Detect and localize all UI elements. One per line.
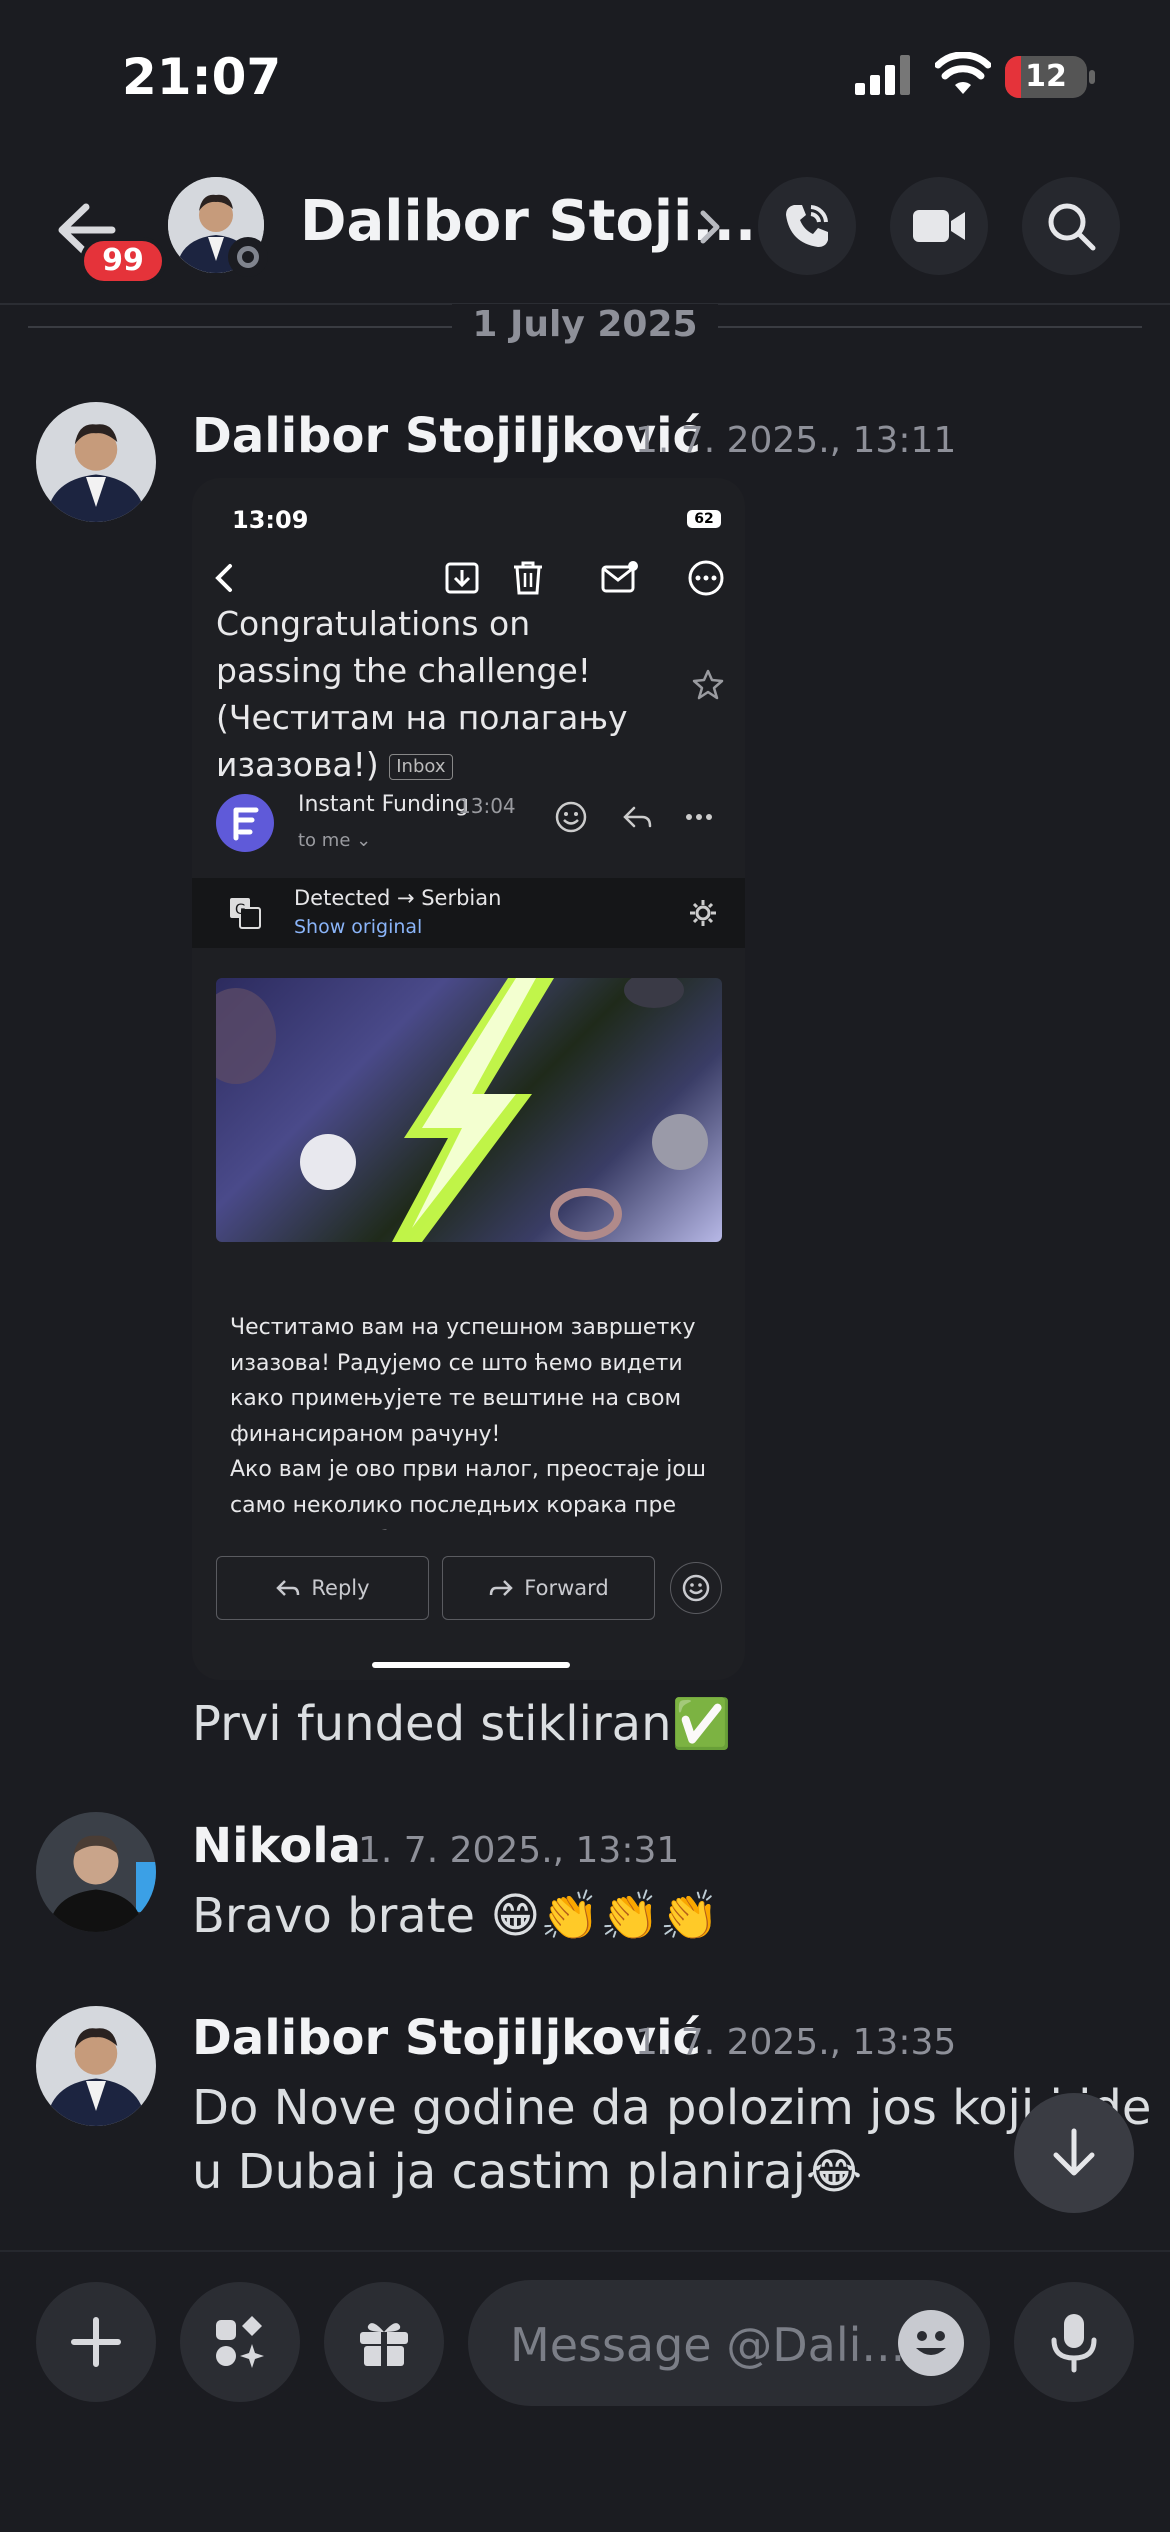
gift-button[interactable]: [324, 2282, 444, 2402]
sent-time: 13:04: [458, 794, 516, 818]
chevron-right-icon[interactable]: [695, 205, 725, 249]
reply-arrow-icon: [276, 1580, 300, 1596]
emoji-icon: [916, 2331, 946, 2355]
chevron-left-icon: [215, 564, 232, 592]
reply-icon: [623, 806, 652, 828]
translate-detected: Detected → Serbian: [294, 886, 502, 910]
presence-offline-indicator: [228, 237, 268, 277]
email-body: Честитамо вам на успешном завршетку изаз…: [230, 1315, 706, 1530]
video-icon: [913, 210, 965, 242]
chat-title[interactable]: Dalibor Stoji...: [300, 189, 756, 254]
email-subject: Congratulations on passing the challenge…: [216, 600, 656, 788]
date-divider: 1 July 2025: [28, 302, 1142, 352]
phone-icon: [786, 205, 828, 247]
message-timestamp: 1. 7. 2025., 13:31: [358, 1830, 680, 1871]
react-button: [670, 1562, 722, 1614]
recipient-label: to me ⌄: [298, 830, 372, 851]
gear-icon: [690, 900, 716, 926]
voice-call-button[interactable]: [758, 177, 856, 275]
message-author[interactable]: Nikola: [192, 1818, 361, 1874]
message-text-line-1: Do Nove godine da polozim jos koji i ide…: [192, 2080, 1152, 2136]
microphone-icon: [1051, 2314, 1097, 2373]
reply-label: Reply: [311, 1576, 370, 1600]
message-author[interactable]: Dalibor Stojiljković: [192, 2010, 701, 2066]
search-icon: [1048, 203, 1096, 251]
email-hero-image: [216, 978, 722, 1242]
add-attachment-button[interactable]: [36, 2282, 156, 2402]
message-text: Bravo brate 😁👏👏👏: [192, 1888, 720, 1944]
translate-bar: G Detected → Serbian Show original: [192, 878, 745, 948]
forward-arrow-icon: [490, 1580, 514, 1596]
apps-button[interactable]: [180, 2282, 300, 2402]
jump-to-present-button[interactable]: [1014, 2093, 1134, 2213]
battery-indicator: 12: [1005, 56, 1087, 98]
battery-level: 12: [1025, 59, 1067, 94]
unread-badge: 99: [80, 237, 166, 285]
cellular-signal-icon: [855, 55, 910, 95]
translate-icon: G: [230, 898, 261, 929]
message-input-placeholder: Message @Dali...: [510, 2318, 906, 2372]
avatar[interactable]: [36, 402, 156, 522]
message-author[interactable]: Dalibor Stojiljković: [192, 408, 701, 464]
svg-text:G: G: [235, 902, 246, 918]
attachment-battery: 62: [687, 510, 721, 528]
message-timestamp: 1. 7. 2025., 13:11: [635, 420, 957, 461]
archive-icon: [445, 562, 479, 594]
sender-name: Instant Funding: [298, 792, 469, 817]
reply-button: Reply: [216, 1556, 429, 1620]
trash-icon: [514, 561, 542, 595]
avatar[interactable]: [36, 2006, 156, 2126]
status-bar: 21:07 12: [0, 0, 1170, 150]
arrow-down-icon: [1053, 2128, 1095, 2176]
show-original-link: Show original: [294, 916, 423, 938]
home-indicator: [372, 1662, 570, 1668]
more-dots-icon: [686, 814, 712, 820]
smile-icon: [555, 801, 587, 833]
apps-icon: [216, 2316, 264, 2368]
gift-icon: [360, 2323, 408, 2366]
chat-header: 99 Dalibor Stoji...: [0, 165, 1170, 305]
smile-icon: [682, 1574, 710, 1602]
message-input[interactable]: Message @Dali...: [468, 2280, 990, 2406]
wifi-icon: [935, 52, 991, 94]
forward-button: Forward: [442, 1556, 655, 1620]
message-timestamp: 1. 7. 2025., 13:35: [635, 2022, 957, 2063]
attachment-status-time: 13:09: [232, 506, 309, 534]
emoji-button[interactable]: [898, 2310, 964, 2376]
message-text: Prvi funded stikliran✅: [192, 1696, 732, 1752]
mark-unread-icon: [601, 561, 638, 593]
avatar[interactable]: [36, 1812, 156, 1932]
sender-logo: [216, 794, 274, 852]
plus-icon: [71, 2317, 121, 2367]
more-options-icon: [688, 560, 724, 596]
image-attachment[interactable]: 13:09 62 Congratulations on passing the …: [192, 478, 745, 1680]
video-call-button[interactable]: [890, 177, 988, 275]
message-text-line-2: u Dubai ja castim planiraj😂: [192, 2144, 863, 2200]
battery-cap: [1089, 70, 1095, 84]
forward-label: Forward: [524, 1576, 609, 1600]
status-time: 21:07: [122, 48, 282, 106]
star-icon: [692, 669, 724, 700]
voice-message-button[interactable]: [1014, 2282, 1134, 2402]
inbox-tag: Inbox: [389, 753, 453, 780]
message-composer: Message @Dali...: [0, 2250, 1170, 2532]
date-divider-label: 1 July 2025: [452, 304, 718, 345]
search-button[interactable]: [1022, 177, 1120, 275]
